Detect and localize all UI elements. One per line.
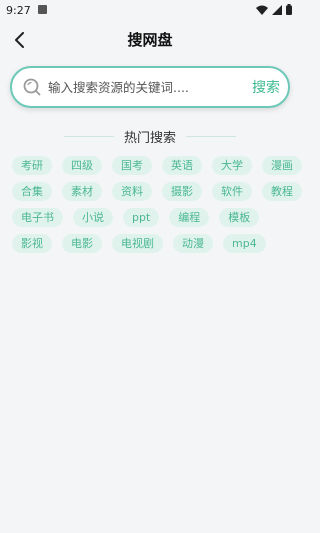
- hot-tag[interactable]: 模板: [219, 208, 260, 227]
- status-time: 9:27: [6, 4, 31, 17]
- divider-right: [186, 135, 236, 137]
- hot-tag[interactable]: 四级: [62, 156, 102, 175]
- search-input[interactable]: [48, 74, 238, 100]
- hot-tag[interactable]: 国考: [112, 156, 152, 175]
- status-bar: 9:27: [0, 0, 300, 20]
- hot-tag[interactable]: 素材: [62, 182, 102, 201]
- hot-tag[interactable]: 大学: [212, 156, 252, 175]
- battery-icon: [286, 4, 292, 15]
- tag-row: 考研 四级 国考 英语 大学 漫画: [12, 156, 302, 175]
- tag-row: 合集 素材 资料 摄影 软件 教程: [12, 182, 302, 201]
- hot-search-title: 热门搜索: [123, 130, 176, 146]
- search-icon: [23, 78, 41, 96]
- hot-tag[interactable]: 电子书: [12, 208, 63, 227]
- hot-search-heading: 热门搜索: [0, 127, 300, 146]
- hot-tag[interactable]: 教程: [262, 182, 302, 201]
- hot-tag[interactable]: 电视剧: [112, 234, 163, 253]
- hot-tag[interactable]: mp4: [223, 234, 266, 253]
- status-icons: [256, 4, 292, 15]
- hot-tag[interactable]: 摄影: [162, 182, 202, 201]
- notification-icon: [38, 5, 47, 14]
- wifi-icon: [256, 5, 268, 15]
- search-bar: 搜索: [10, 66, 290, 108]
- hot-tag[interactable]: 软件: [212, 182, 252, 201]
- hot-tag[interactable]: ppt: [123, 208, 160, 227]
- hot-tag[interactable]: 小说: [73, 208, 113, 227]
- hot-tag[interactable]: 漫画: [262, 156, 302, 175]
- hot-tag[interactable]: 合集: [12, 182, 52, 201]
- divider-left: [63, 135, 114, 137]
- hot-tag[interactable]: 动漫: [173, 234, 213, 253]
- cell-signal-icon: [272, 4, 282, 15]
- page-title: 搜网盘: [127, 31, 173, 49]
- hot-tag[interactable]: 资料: [112, 182, 152, 201]
- hot-tag[interactable]: 编程: [169, 208, 210, 227]
- hot-tag[interactable]: 考研: [12, 156, 52, 175]
- hot-tag[interactable]: 影视: [12, 234, 52, 253]
- tag-row: 影视 电影 电视剧 动漫 mp4: [12, 234, 292, 253]
- hot-tag[interactable]: 英语: [162, 156, 202, 175]
- tag-row: 电子书 小说 ppt 编程 模板: [12, 208, 292, 227]
- hot-tag[interactable]: 电影: [62, 234, 102, 253]
- header: 搜网盘: [0, 20, 300, 60]
- hot-search-tags: 考研 四级 国考 英语 大学 漫画 合集 素材 资料 摄影 软件 教程 电子书 …: [12, 156, 302, 260]
- search-button[interactable]: 搜索: [252, 77, 280, 97]
